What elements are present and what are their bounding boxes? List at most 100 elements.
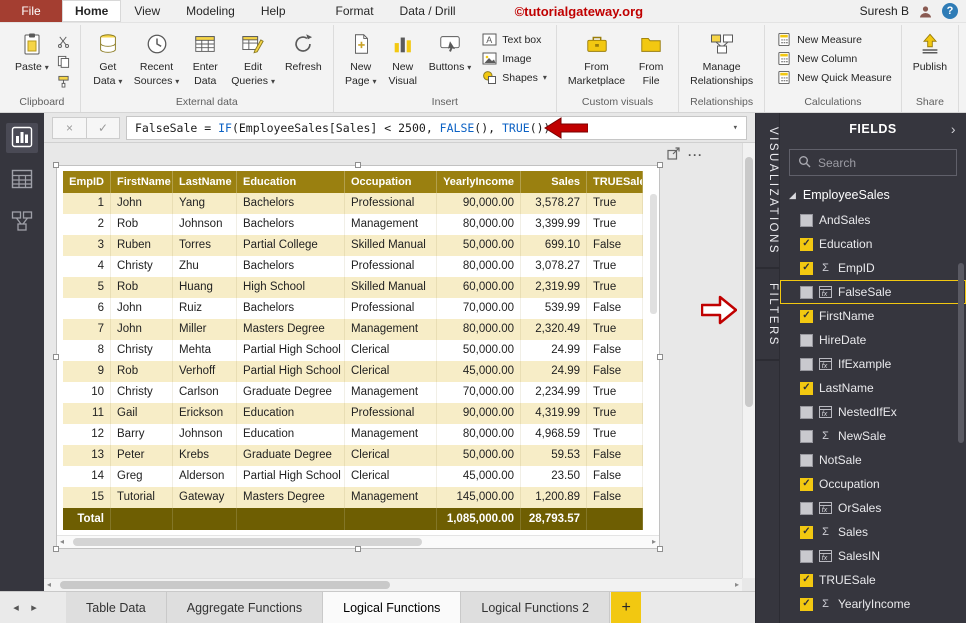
table-row[interactable]: 1 John Yang Bachelors Professional 90,000.00 3… bbox=[63, 193, 643, 214]
ribbon-item-new-page[interactable]: New Page ▾ bbox=[341, 27, 381, 91]
model-view-button[interactable] bbox=[6, 207, 38, 237]
table-row[interactable]: 15 Tutorial Gateway Masters Degree Managemen… bbox=[63, 487, 643, 508]
table-column-header[interactable]: Occupation bbox=[345, 171, 437, 193]
field-checkbox[interactable] bbox=[800, 333, 813, 347]
table-row[interactable]: 12 Barry Johnson Education Management 80,000.… bbox=[63, 424, 643, 445]
menu-tab-modeling[interactable]: Modeling bbox=[173, 0, 248, 22]
field-item-falsesale[interactable]: fx FalseSale bbox=[780, 280, 966, 304]
ribbon-item-recent-sources[interactable]: Recent Sources ▾ bbox=[130, 27, 183, 91]
fields-search-box[interactable] bbox=[789, 149, 957, 176]
canvas-scroll-thumb[interactable] bbox=[745, 157, 753, 407]
scroll-left-icon[interactable]: ◂ bbox=[47, 580, 51, 589]
field-checkbox[interactable]: ✓ bbox=[800, 573, 813, 587]
formula-expand-icon[interactable]: ▾ bbox=[733, 123, 738, 133]
field-item-firstname[interactable]: ✓ FirstName bbox=[780, 304, 966, 328]
field-item-occupation[interactable]: ✓ Occupation bbox=[780, 472, 966, 496]
scroll-left-icon[interactable]: ◂ bbox=[60, 537, 64, 546]
field-item-andsales[interactable]: AndSales bbox=[780, 208, 966, 232]
formula-cancel-button[interactable]: × bbox=[53, 118, 86, 138]
field-checkbox[interactable]: ✓ bbox=[800, 525, 813, 539]
menu-tab-home[interactable]: Home bbox=[62, 0, 122, 22]
table-column-header[interactable]: LastName bbox=[173, 171, 237, 193]
collapse-fields-icon[interactable]: › bbox=[951, 121, 956, 137]
scroll-right-icon[interactable]: ▸ bbox=[735, 580, 739, 589]
field-checkbox[interactable]: ✓ bbox=[800, 309, 813, 323]
field-item-ifexample[interactable]: fx IfExample bbox=[780, 352, 966, 376]
ribbon-item-new-column[interactable]: New Column bbox=[776, 51, 892, 66]
table-row[interactable]: 8 Christy Mehta Partial High School Clerical… bbox=[63, 340, 643, 361]
table-column-header[interactable]: YearlyIncome bbox=[437, 171, 521, 193]
field-checkbox[interactable] bbox=[800, 501, 813, 515]
dataset-row[interactable]: ◢ EmployeeSales bbox=[780, 182, 966, 208]
ribbon-item-from-file[interactable]: From File bbox=[631, 27, 671, 91]
field-checkbox[interactable] bbox=[800, 549, 813, 563]
fields-scrollbar[interactable] bbox=[958, 263, 964, 443]
table-row[interactable]: 10 Christy Carlson Graduate Degree Managemen… bbox=[63, 382, 643, 403]
field-item-salesin[interactable]: fx SalesIN bbox=[780, 544, 966, 568]
ribbon-item-refresh[interactable]: Refresh bbox=[281, 27, 326, 78]
selection-handle[interactable] bbox=[355, 546, 361, 552]
field-item-orsales[interactable]: fx OrSales bbox=[780, 496, 966, 520]
ribbon-item-publish[interactable]: Publish bbox=[909, 27, 951, 78]
table-column-header[interactable]: TRUESale bbox=[587, 171, 643, 193]
scroll-right-icon[interactable]: ▸ bbox=[652, 537, 656, 546]
fields-search-input[interactable] bbox=[818, 155, 948, 170]
selection-handle[interactable] bbox=[53, 546, 59, 552]
selection-handle[interactable] bbox=[355, 162, 361, 168]
ribbon-item-new-visual[interactable]: New Visual bbox=[383, 27, 423, 91]
table-row[interactable]: 4 Christy Zhu Bachelors Professional 80,000.0… bbox=[63, 256, 643, 277]
visual-vertical-scrollbar[interactable] bbox=[650, 194, 657, 314]
table-row[interactable]: 11 Gail Erickson Education Professional 90,00… bbox=[63, 403, 643, 424]
menu-tab-view[interactable]: View bbox=[121, 0, 173, 22]
table-column-header[interactable]: EmpID bbox=[63, 171, 111, 193]
selection-handle[interactable] bbox=[53, 354, 59, 360]
expand-collapse-icon[interactable]: ◢ bbox=[789, 190, 796, 201]
formula-commit-button[interactable]: ✓ bbox=[86, 117, 119, 138]
field-checkbox[interactable]: ✓ bbox=[800, 237, 813, 251]
selection-handle[interactable] bbox=[657, 162, 663, 168]
ribbon-item-paste[interactable]: Paste ▾ bbox=[11, 27, 53, 78]
panel-tab-visualizations[interactable]: VISUALIZATIONS bbox=[756, 113, 779, 270]
field-checkbox[interactable] bbox=[800, 357, 813, 371]
field-checkbox[interactable] bbox=[800, 429, 813, 443]
panel-tab-filters[interactable]: FILTERS bbox=[756, 269, 779, 362]
format-painter-icon[interactable] bbox=[55, 73, 73, 90]
page-tab-table-data[interactable]: Table Data bbox=[66, 592, 167, 623]
field-checkbox[interactable]: ✓ bbox=[800, 261, 813, 275]
file-tab[interactable]: File bbox=[0, 0, 62, 22]
menu-tab-format[interactable]: Format bbox=[323, 0, 387, 22]
ribbon-item-buttons[interactable]: Buttons ▾ bbox=[425, 27, 476, 78]
table-row[interactable]: 5 Rob Huang High School Skilled Manual 60,000… bbox=[63, 277, 643, 298]
dax-formula-input[interactable]: FalseSale = IF(EmployeeSales[Sales] < 25… bbox=[126, 115, 747, 140]
ribbon-item-get-data[interactable]: Get Data ▾ bbox=[88, 27, 128, 91]
table-row[interactable]: 3 Ruben Torres Partial College Skilled Manua… bbox=[63, 235, 643, 256]
more-options-icon[interactable]: ··· bbox=[688, 148, 703, 162]
page-nav-prev-icon[interactable]: ◂ bbox=[8, 601, 24, 614]
field-item-nestedifex[interactable]: fx NestedIfEx bbox=[780, 400, 966, 424]
ribbon-item-new-measure[interactable]: New Measure bbox=[776, 32, 892, 47]
field-item-newsale[interactable]: Σ NewSale bbox=[780, 424, 966, 448]
table-row[interactable]: 7 John Miller Masters Degree Management 80,00… bbox=[63, 319, 643, 340]
table-visual[interactable]: EmpID FirstName LastName Education Occupatio… bbox=[53, 162, 663, 552]
canvas-scroll-thumb[interactable] bbox=[60, 581, 390, 589]
ribbon-item-image[interactable]: Image bbox=[481, 51, 547, 66]
table-row[interactable]: 6 John Ruiz Bachelors Professional 70,000.00 5… bbox=[63, 298, 643, 319]
ribbon-item-enter-data[interactable]: Enter Data bbox=[185, 27, 225, 91]
field-checkbox[interactable] bbox=[800, 285, 813, 299]
copy-icon[interactable] bbox=[55, 53, 73, 70]
menu-tab-help[interactable]: Help bbox=[248, 0, 299, 22]
field-item-empid[interactable]: ✓ Σ EmpID bbox=[780, 256, 966, 280]
field-checkbox[interactable]: ✓ bbox=[800, 477, 813, 491]
table-row[interactable]: 9 Rob Verhoff Partial High School Clerical 45… bbox=[63, 361, 643, 382]
table-column-header[interactable]: Sales bbox=[521, 171, 587, 193]
visual-scroll-thumb[interactable] bbox=[73, 538, 423, 546]
field-item-yearlyincome[interactable]: ✓ Σ YearlyIncome bbox=[780, 592, 966, 616]
table-row[interactable]: 13 Peter Krebs Graduate Degree Clerical 50,00… bbox=[63, 445, 643, 466]
page-nav-next-icon[interactable]: ▸ bbox=[26, 601, 42, 614]
field-item-notsale[interactable]: NotSale bbox=[780, 448, 966, 472]
user-avatar-icon[interactable] bbox=[918, 4, 933, 19]
cut-icon[interactable] bbox=[55, 33, 73, 50]
field-checkbox[interactable] bbox=[800, 213, 813, 227]
data-view-button[interactable] bbox=[6, 165, 38, 195]
ribbon-item-text-box[interactable]: A Text box bbox=[481, 32, 547, 47]
